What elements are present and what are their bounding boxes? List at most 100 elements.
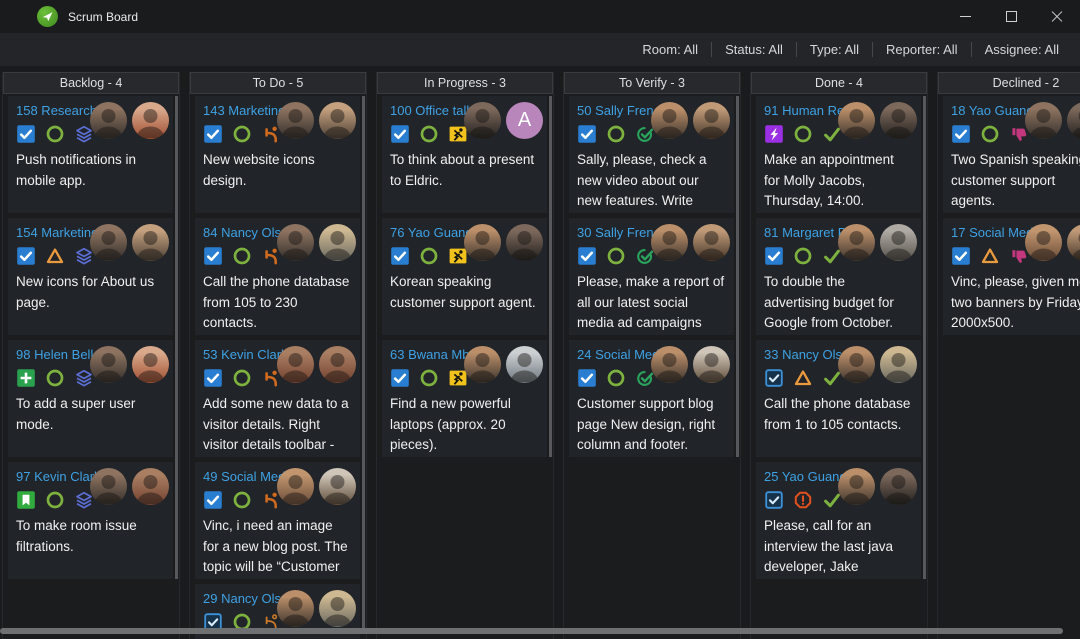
circle-icon (232, 368, 252, 388)
maximize-button[interactable] (988, 0, 1034, 33)
circle-icon (419, 246, 439, 266)
horizontal-scrollbar[interactable] (0, 628, 1063, 634)
column-scrollbar[interactable] (549, 96, 552, 457)
task-card[interactable]: 100 Office talksATo think about a presen… (382, 96, 547, 213)
card-description: Two Spanish speaking customer support ag… (951, 150, 1080, 212)
task-card[interactable]: 18 Yao GuangTwo Spanish speaking custome… (943, 96, 1080, 213)
photo-avatar (1067, 224, 1080, 261)
bookmark-square-icon (16, 490, 36, 510)
photo-avatar (880, 346, 917, 383)
card-description: Sally, please, check a new video about o… (577, 150, 726, 213)
checkbox-icon (390, 246, 410, 266)
card-description: Find a new powerful laptops (approx. 20 … (390, 394, 539, 456)
photo-avatar (651, 346, 688, 383)
task-card[interactable]: 63 Bwana Mb…Find a new powerful laptops … (382, 340, 547, 457)
card-avatars (464, 346, 543, 383)
task-card[interactable]: 50 Sally FrenchSally, please, check a ne… (569, 96, 734, 213)
card-list-done: 91 Human Res…Make an appointment for Mol… (751, 94, 927, 579)
card-avatars (277, 224, 356, 261)
task-card[interactable]: 158 Research …Push notifications in mobi… (8, 96, 173, 213)
checkbox-icon (577, 246, 597, 266)
photo-avatar (693, 102, 730, 139)
task-card[interactable]: 97 Kevin ClarkeTo make room issue filtra… (8, 462, 173, 579)
photo-avatar (319, 346, 356, 383)
card-description: New icons for About us page. (16, 272, 165, 313)
letter-avatar: A (506, 102, 543, 139)
photo-avatar (838, 346, 875, 383)
photo-avatar (132, 224, 169, 261)
column-done: Done - 491 Human Res…Make an appointment… (750, 72, 928, 639)
task-card[interactable]: 91 Human Res…Make an appointment for Mol… (756, 96, 921, 213)
task-card[interactable]: 76 Yao GuangKorean speaking customer sup… (382, 218, 547, 335)
card-avatars (90, 468, 169, 505)
card-avatars (277, 590, 356, 627)
card-description: Make an appointment for Molly Jacobs, Th… (764, 150, 913, 212)
photo-avatar (319, 102, 356, 139)
alert-icon (793, 490, 813, 510)
card-description: Please, make a report of all our latest … (577, 272, 726, 335)
photo-avatar (880, 468, 917, 505)
column-scrollbar[interactable] (736, 96, 739, 457)
card-description: Push notifications in mobile app. (16, 150, 165, 191)
checkbox-icon (203, 246, 223, 266)
minimize-button[interactable] (942, 0, 988, 33)
circle-icon (45, 368, 65, 388)
task-card[interactable]: 98 Helen BellTo add a super user mode. (8, 340, 173, 457)
filter-reporter[interactable]: Reporter: All (873, 42, 971, 57)
app-logo-icon (37, 6, 58, 27)
circle-icon (606, 368, 626, 388)
card-description: Korean speaking customer support agent. (390, 272, 539, 313)
photo-avatar (132, 102, 169, 139)
app-title: Scrum Board (68, 10, 138, 24)
filter-assignee[interactable]: Assignee: All (972, 42, 1072, 57)
close-icon (1051, 11, 1063, 23)
card-description: To double the advertising budget for Goo… (764, 272, 913, 334)
photo-avatar (651, 224, 688, 261)
card-avatars (838, 224, 917, 261)
card-description: Please, call for an interview the last j… (764, 516, 913, 579)
card-list-todo: 143 Marketing …New website icons design.… (190, 94, 366, 639)
checkbox-outline-icon (764, 490, 784, 510)
window-controls (942, 0, 1080, 33)
checkbox-icon (16, 124, 36, 144)
card-avatars (277, 346, 356, 383)
task-card[interactable]: 30 Sally FrenchPlease, make a report of … (569, 218, 734, 335)
checkbox-icon (203, 368, 223, 388)
photo-avatar (1067, 102, 1080, 139)
task-card[interactable]: 25 Yao GuangPlease, call for an intervie… (756, 462, 921, 579)
column-scrollbar[interactable] (923, 96, 926, 579)
task-card[interactable]: 81 Margaret P…To double the advertising … (756, 218, 921, 335)
task-card[interactable]: 84 Nancy OlsonCall the phone database fr… (195, 218, 360, 335)
photo-avatar (693, 224, 730, 261)
filter-status[interactable]: Status: All (712, 42, 796, 57)
filter-type[interactable]: Type: All (797, 42, 872, 57)
close-button[interactable] (1034, 0, 1080, 33)
column-scrollbar[interactable] (175, 96, 178, 579)
photo-avatar (132, 468, 169, 505)
card-avatars (90, 224, 169, 261)
task-card[interactable]: 24 Social MediaCustomer support blog pag… (569, 340, 734, 457)
card-list-backlog: 158 Research …Push notifications in mobi… (3, 94, 179, 579)
card-avatars (90, 102, 169, 139)
task-card[interactable]: 154 Marketing …New icons for About us pa… (8, 218, 173, 335)
task-card[interactable]: 17 Social MediaVinc, please, given me tw… (943, 218, 1080, 335)
checkbox-icon (16, 246, 36, 266)
circle-icon (45, 124, 65, 144)
lightning-square-icon (764, 124, 784, 144)
photo-avatar (132, 346, 169, 383)
task-card[interactable]: 33 Nancy OlsonCall the phone database fr… (756, 340, 921, 457)
filter-room[interactable]: Room: All (629, 42, 711, 57)
task-card[interactable]: 53 Kevin ClarkeAdd some new data to a vi… (195, 340, 360, 457)
triangle-icon (793, 368, 813, 388)
circle-icon (232, 246, 252, 266)
card-description: Vinc, please, given me two banners by Fr… (951, 272, 1080, 334)
circle-icon (232, 124, 252, 144)
card-list-inprogress: 100 Office talksATo think about a presen… (377, 94, 553, 457)
task-card[interactable]: 49 Social MediaVinc, i need an image for… (195, 462, 360, 579)
task-card[interactable]: 143 Marketing …New website icons design. (195, 96, 360, 213)
photo-avatar (693, 346, 730, 383)
column-scrollbar[interactable] (362, 96, 365, 633)
card-description: Vinc, i need an image for a new blog pos… (203, 516, 352, 579)
column-toverify: To Verify - 350 Sally FrenchSally, pleas… (563, 72, 741, 639)
scrum-board-app: { "window": { "title": "Scrum Board" }, … (0, 0, 1080, 639)
